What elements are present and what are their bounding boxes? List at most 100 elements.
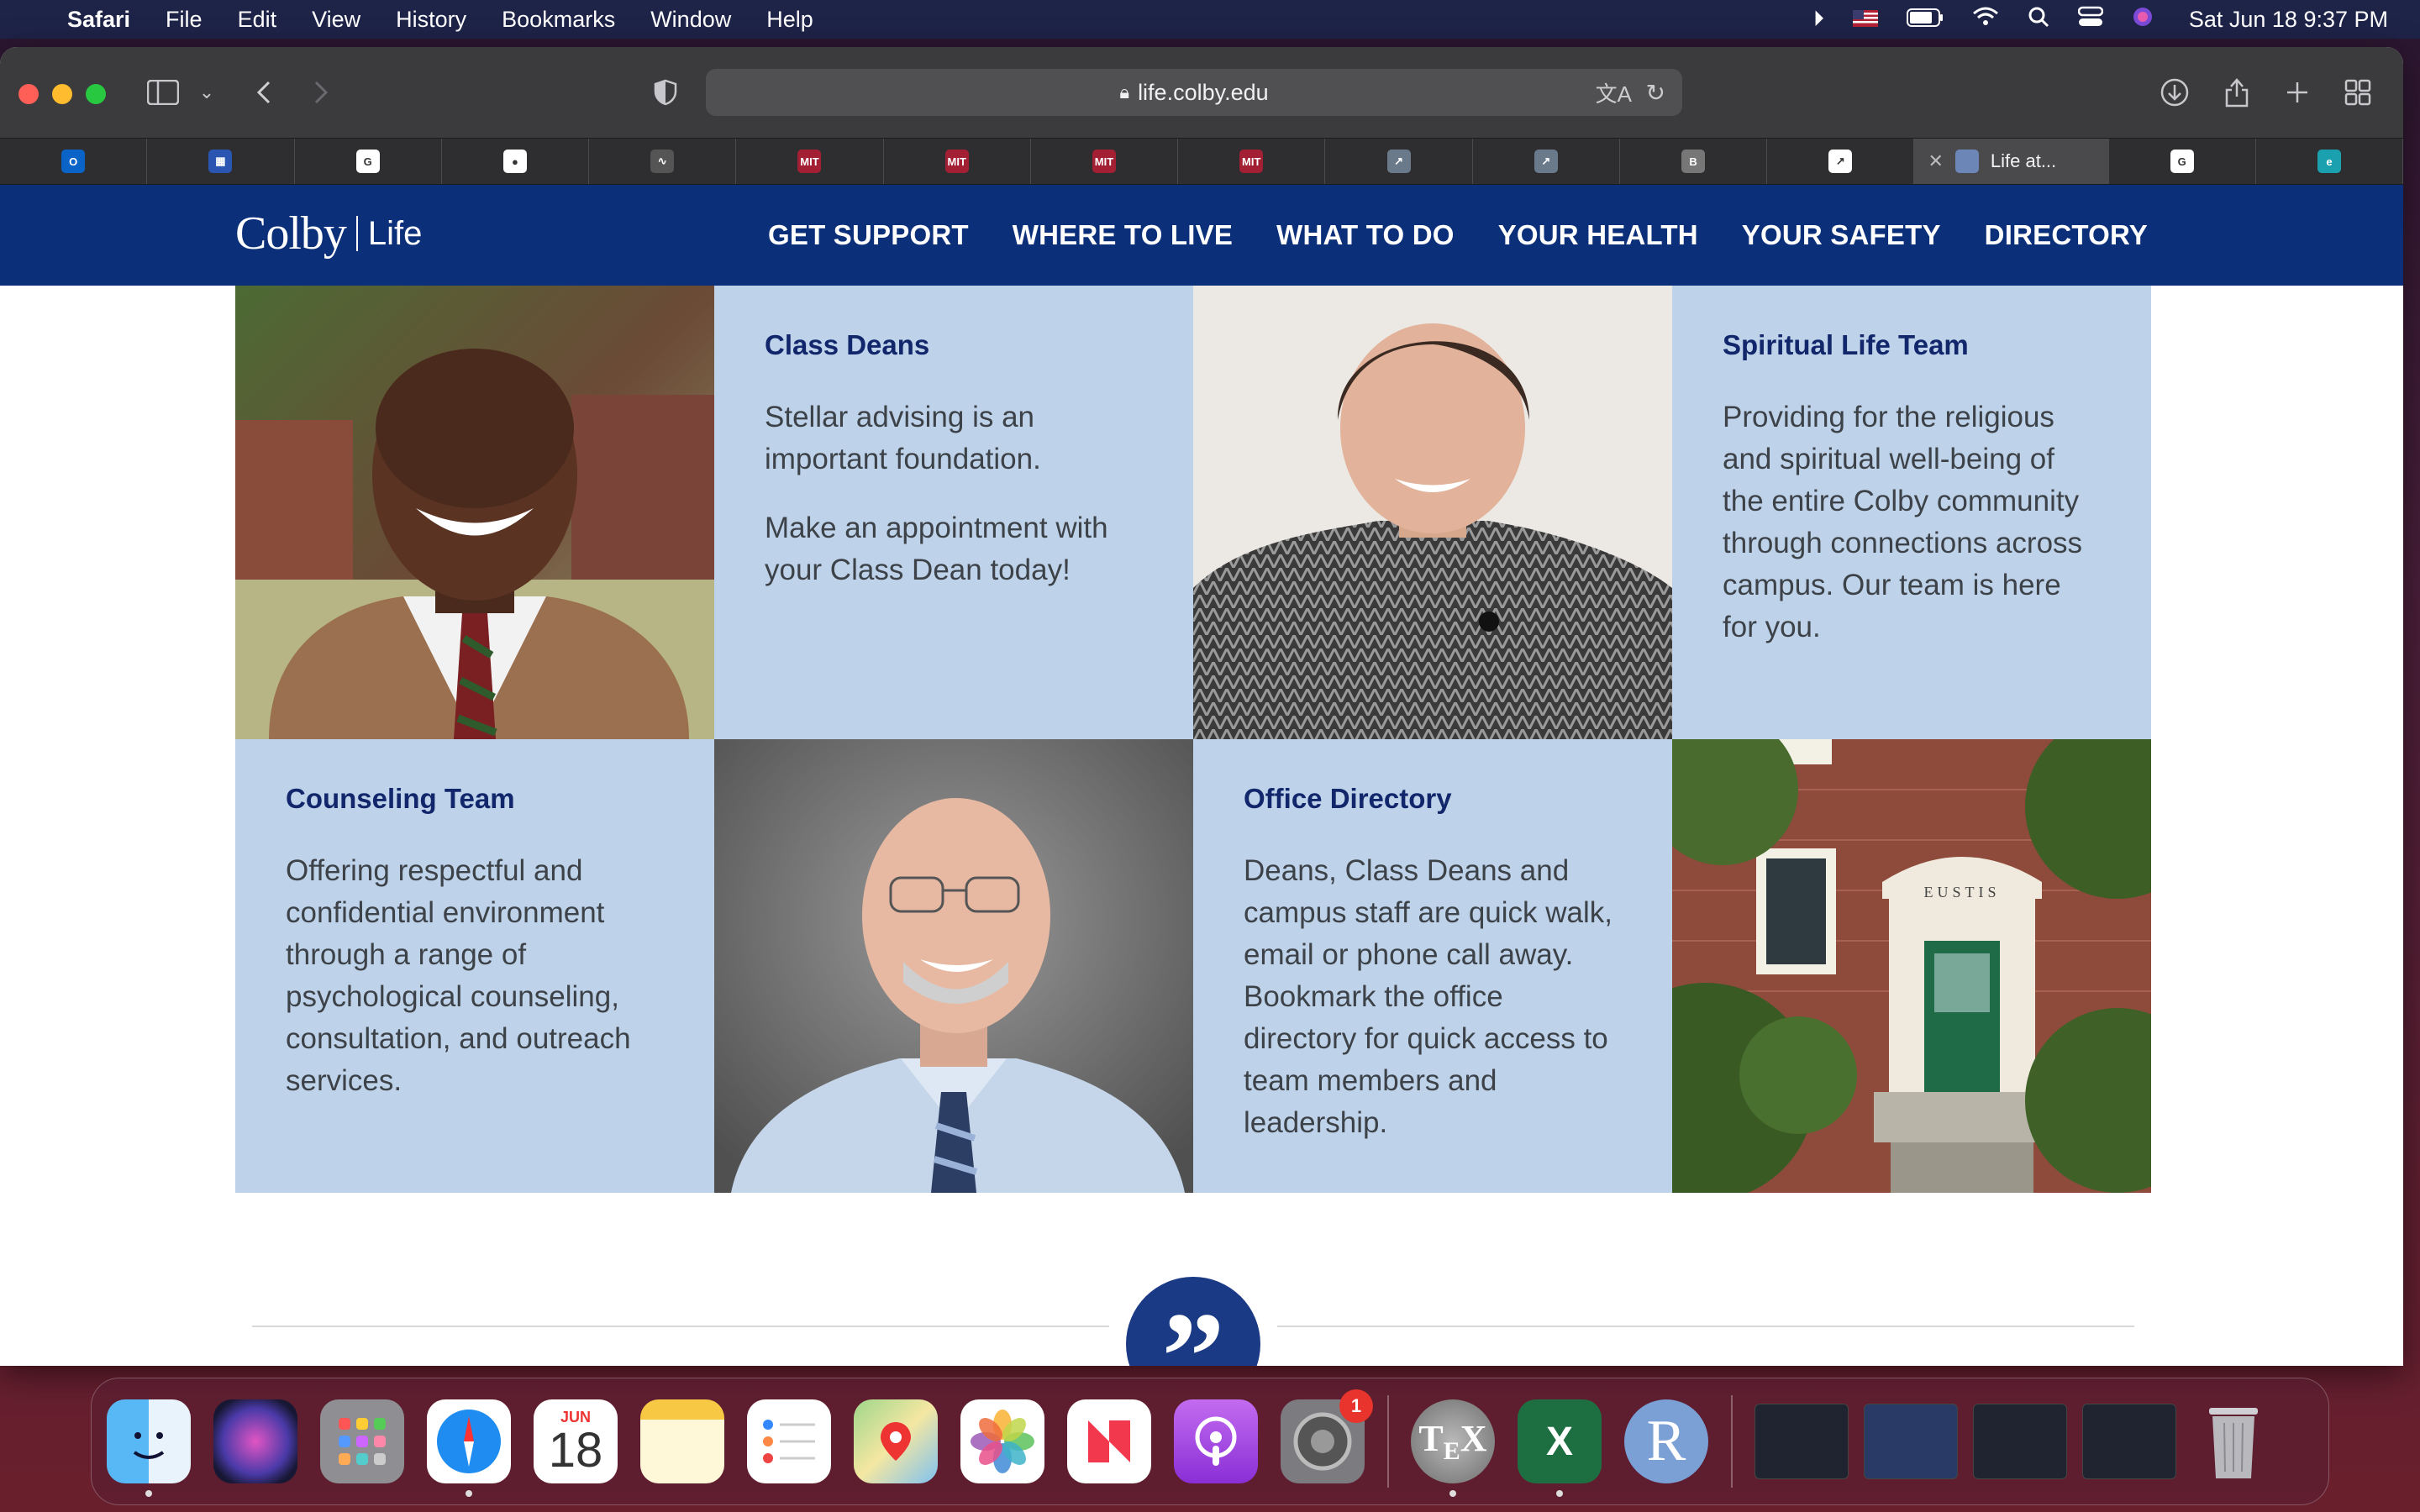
lock-icon: 🔒︎ (1119, 81, 1130, 102)
menu-view[interactable]: View (312, 7, 360, 33)
menu-edit[interactable]: Edit (238, 7, 277, 33)
system-preferences-icon[interactable]: 1 (1281, 1389, 1373, 1483)
close-tab-icon[interactable]: ✕ (1928, 150, 1943, 172)
wifi-icon[interactable] (1972, 7, 1999, 33)
tab-11[interactable]: B (1620, 139, 1768, 184)
browser-toolbar: ⌄ 🔒︎ life.colby.edu 文A ↻ (0, 47, 2403, 138)
menu-app-name[interactable]: Safari (67, 7, 130, 33)
share-icon[interactable] (2217, 72, 2257, 113)
notes-app-icon[interactable] (640, 1399, 724, 1483)
spiritual-life-title[interactable]: Spiritual Life Team (1723, 329, 2101, 361)
tab-10[interactable]: ↗ (1473, 139, 1620, 184)
running-indicator (1556, 1490, 1563, 1497)
news-app-icon[interactable] (1067, 1399, 1151, 1483)
spotlight-search-icon[interactable] (2028, 6, 2049, 34)
tex-app-icon[interactable]: TEX (1411, 1399, 1495, 1497)
tab-4[interactable]: ∿ (589, 139, 737, 184)
tab-3[interactable]: ● (442, 139, 590, 184)
office-directory-title[interactable]: Office Directory (1244, 783, 1622, 815)
reload-icon[interactable]: ↻ (1646, 79, 1665, 107)
office-directory-card[interactable]: Office Directory Deans, Class Deans and … (1193, 739, 1672, 1193)
counseling-card[interactable]: Counseling Team Offering respectful and … (235, 739, 714, 1193)
outlook-icon: O (61, 150, 86, 173)
downloads-icon[interactable] (2154, 72, 2195, 113)
tab-after-1[interactable]: e (2256, 139, 2403, 184)
battery-icon[interactable] (1906, 7, 1944, 33)
trash-icon[interactable] (2191, 1399, 2275, 1483)
tab-8[interactable]: MIT (1178, 139, 1326, 184)
tab-6[interactable]: MIT (884, 139, 1031, 184)
nav-directory[interactable]: DIRECTORY (1985, 219, 2148, 251)
tab-2[interactable]: G (295, 139, 442, 184)
tab-5[interactable]: MIT (736, 139, 884, 184)
colby-life-logo[interactable]: Colby Life (235, 207, 422, 260)
chart-icon: ↗ (1386, 150, 1411, 173)
forward-button[interactable] (301, 72, 341, 113)
menu-bookmarks[interactable]: Bookmarks (502, 7, 615, 33)
minimized-window-thumbnail[interactable] (1864, 1404, 1958, 1479)
minimize-window-button[interactable] (52, 84, 72, 104)
sidebar-toggle-icon[interactable] (143, 72, 183, 113)
eustis-building-photo[interactable]: EUSTIS (1672, 739, 2151, 1193)
play-status-icon[interactable]: ⏵ (1813, 6, 1824, 33)
url-text: life.colby.edu (1138, 79, 1269, 105)
menu-history[interactable]: History (396, 7, 466, 33)
spiritual-life-card[interactable]: Spiritual Life Team Providing for the re… (1672, 286, 2151, 739)
safari-app-icon[interactable] (427, 1399, 511, 1497)
class-deans-title[interactable]: Class Deans (765, 329, 1143, 361)
google-icon: G (2170, 150, 2194, 173)
tab-1[interactable]: ▦ (147, 139, 295, 184)
zoom-window-button[interactable] (86, 84, 106, 104)
class-dean-photo[interactable] (235, 286, 714, 739)
close-window-button[interactable] (18, 84, 39, 104)
tab-overview-icon[interactable] (2338, 72, 2378, 113)
privacy-shield-icon[interactable] (645, 72, 686, 113)
nav-where-to-live[interactable]: WHERE TO LIVE (1013, 219, 1233, 251)
tab-7[interactable]: MIT (1031, 139, 1179, 184)
us-flag-input-icon[interactable] (1852, 7, 1878, 33)
class-deans-card[interactable]: Class Deans Stellar advising is an impor… (714, 286, 1193, 739)
nav-what-to-do[interactable]: WHAT TO DO (1276, 219, 1455, 251)
office-directory-text: Deans, Class Deans and campus staff are … (1244, 854, 1612, 1139)
maps-app-icon[interactable] (854, 1399, 938, 1483)
calendar-app-icon[interactable]: JUN 18 (534, 1399, 618, 1483)
nav-your-health[interactable]: YOUR HEALTH (1498, 219, 1698, 251)
window-controls (18, 84, 106, 104)
graph-icon: ↗ (1828, 150, 1853, 173)
launchpad-icon[interactable] (320, 1399, 404, 1483)
r-app-icon[interactable]: R (1624, 1399, 1708, 1483)
podcasts-app-icon[interactable] (1174, 1399, 1258, 1483)
back-button[interactable] (244, 72, 284, 113)
siri-icon[interactable] (2132, 6, 2154, 34)
address-bar[interactable]: 🔒︎ life.colby.edu 文A ↻ (706, 69, 1682, 116)
menu-window[interactable]: Window (650, 7, 731, 33)
calendar-app-icon: ▦ (208, 150, 233, 173)
tab-9[interactable]: ↗ (1325, 139, 1473, 184)
menu-help[interactable]: Help (766, 7, 813, 33)
photos-app-icon[interactable] (960, 1399, 1044, 1483)
nav-get-support[interactable]: GET SUPPORT (768, 219, 969, 251)
tab-0[interactable]: O (0, 139, 148, 184)
counseling-title[interactable]: Counseling Team (286, 783, 664, 815)
b-icon: B (1681, 150, 1706, 173)
safari-window: ⌄ 🔒︎ life.colby.edu 文A ↻ O ▦ G ● ∿ MIT MIT MIT M (0, 47, 2403, 1366)
tab-12[interactable]: ↗ (1767, 139, 1915, 184)
control-center-icon[interactable] (2077, 6, 2104, 34)
reminders-app-icon[interactable] (747, 1399, 831, 1483)
tab-after-0[interactable]: G (2109, 139, 2256, 184)
menu-clock[interactable]: Sat Jun 18 9:37 PM (2189, 7, 2388, 33)
spiritual-life-photo[interactable] (1193, 286, 1672, 739)
nav-your-safety[interactable]: YOUR SAFETY (1742, 219, 1941, 251)
minimized-window-thumbnail[interactable] (2082, 1404, 2176, 1479)
translate-icon[interactable]: 文A (1596, 77, 1632, 108)
excel-app-icon[interactable]: X (1518, 1399, 1602, 1497)
menu-file[interactable]: File (166, 7, 203, 33)
new-tab-icon[interactable] (2277, 72, 2317, 113)
counseling-photo[interactable] (714, 739, 1193, 1193)
minimized-window-thumbnail[interactable] (1973, 1404, 2067, 1479)
finder-icon[interactable] (107, 1399, 191, 1497)
minimized-window-thumbnail[interactable] (1754, 1404, 1849, 1479)
chevron-down-icon[interactable]: ⌄ (187, 72, 227, 113)
tab-active[interactable]: ✕ Life at... (1914, 139, 2109, 184)
siri-app-icon[interactable] (213, 1399, 297, 1483)
